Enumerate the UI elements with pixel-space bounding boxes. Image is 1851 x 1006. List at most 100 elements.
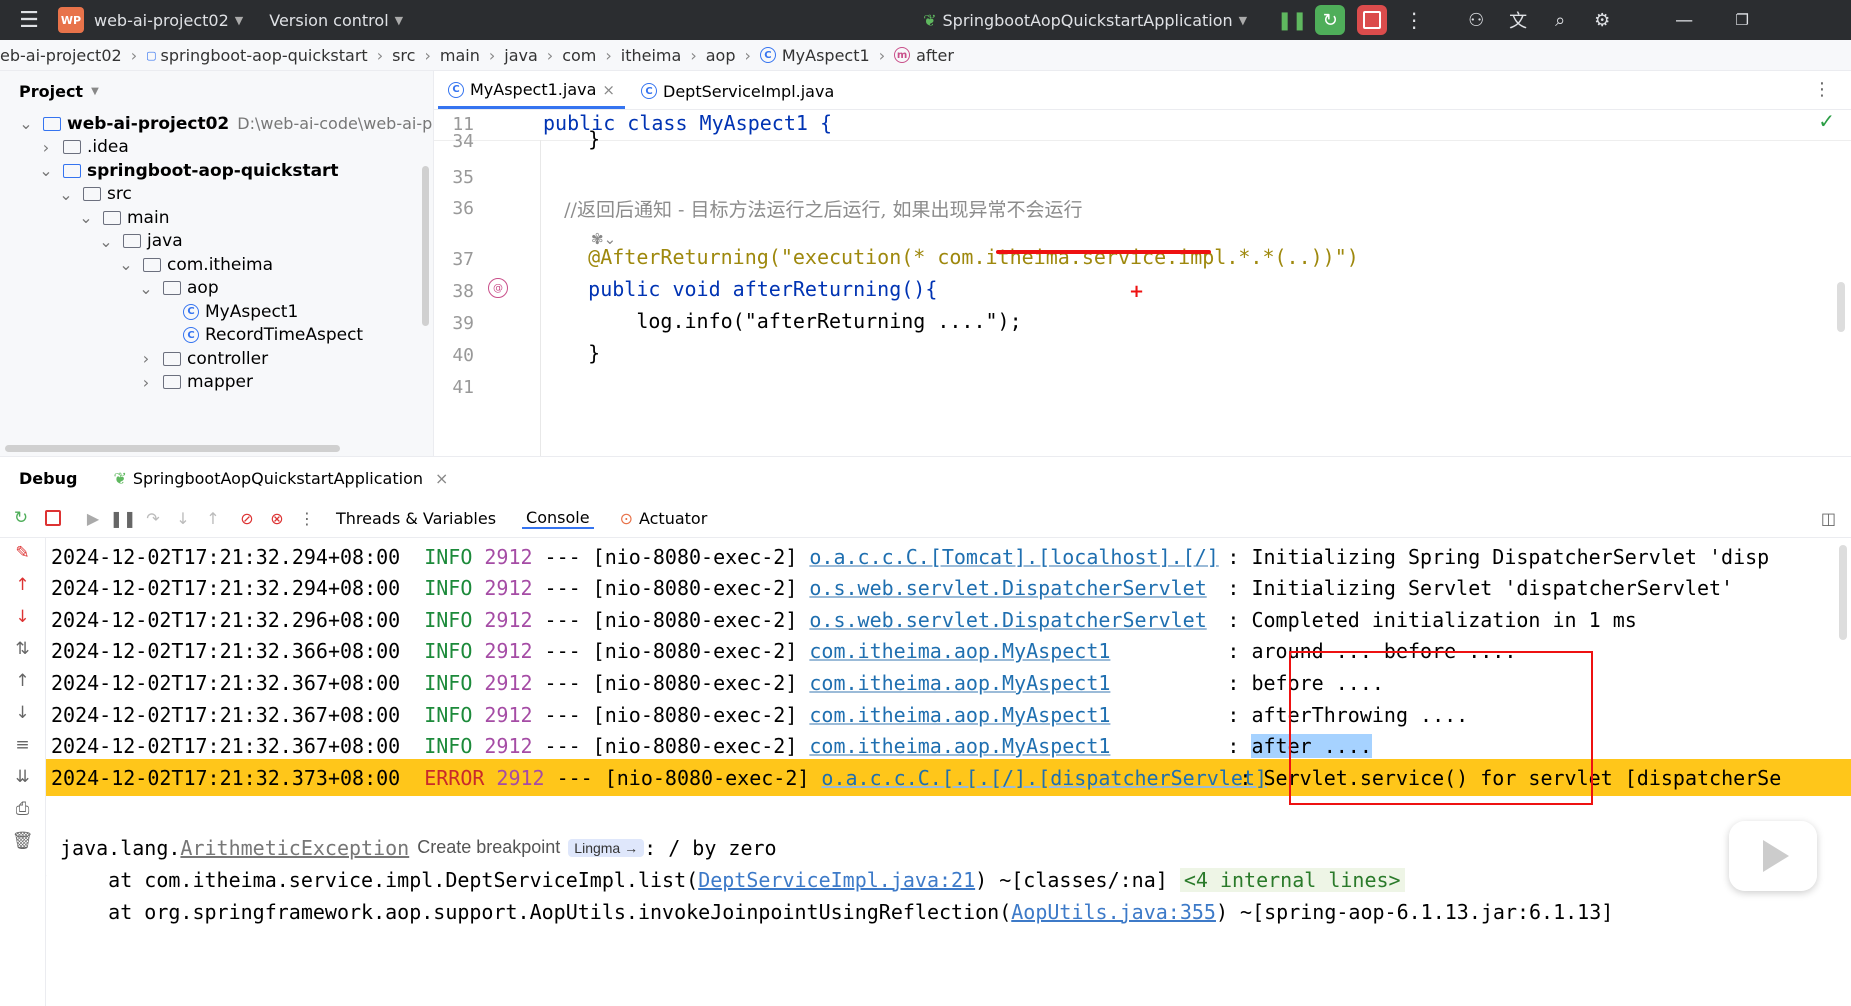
breadcrumb-item[interactable]: src [392,46,415,65]
folder-icon [83,187,101,201]
log-timestamp: 2024-12-02T17:21:32.367+08:00 [51,734,401,759]
tree-horizontal-scrollbar[interactable] [5,445,340,452]
version-control-menu[interactable]: Version control ▼ [269,11,403,30]
stack-source-link[interactable]: AopUtils.java:355 [1011,900,1216,924]
create-breakpoint-link[interactable]: Create breakpoint [417,837,560,858]
chevron-down-icon[interactable]: ⌄ [39,161,53,180]
chevron-down-icon[interactable]: ⌄ [79,208,93,227]
minimize-icon[interactable]: — [1659,10,1709,31]
log-message: : [1227,734,1252,759]
stack-prefix: at org.springframework.aop.support.AopUt… [60,899,1012,924]
scroll-down-icon[interactable]: ↓ [0,697,45,729]
stack-source-link[interactable]: DeptServiceImpl.java:21 [698,868,975,892]
resume-icon[interactable]: ❚❚ [1277,10,1307,31]
chevron-right-icon[interactable]: › [39,138,53,157]
log-logger-link[interactable]: com.itheima.aop.MyAspect1 [809,703,1209,727]
tree-item-label: web-ai-project02 [67,113,230,134]
log-separator: --- [556,765,593,790]
log-logger-link[interactable]: o.s.web.servlet.DispatcherServlet [809,576,1209,600]
chevron-down-icon[interactable]: ⌄ [119,255,133,274]
console-scrollbar[interactable] [1839,545,1847,640]
pause-icon[interactable]: ❚❚ [110,509,137,528]
aspect-gutter-icon[interactable]: @ [488,278,508,298]
hamburger-menu-icon[interactable]: ☰ [0,8,58,33]
chevron-right-icon[interactable]: › [139,349,153,368]
class-icon: C [759,47,776,63]
log-logger-link[interactable]: com.itheima.aop.MyAspect1 [809,734,1209,758]
breadcrumb-item[interactable]: itheima [621,46,682,65]
breadcrumb-item[interactable]: springboot-aop-quickstart [161,46,368,65]
breadcrumb-item[interactable]: aop [706,46,736,65]
project-switcher[interactable]: web-ai-project02 ▼ [94,11,243,30]
next-error-icon[interactable]: ↓ [0,601,45,633]
breadcrumb-item[interactable]: MyAspect1 [782,46,870,65]
view-breakpoints-icon[interactable]: ⊘ [236,509,258,528]
folder-icon [63,140,81,154]
step-over-icon[interactable]: ↷ [142,509,164,528]
project-panel-header[interactable]: Project ▼ [0,71,433,111]
chevron-down-icon[interactable]: ⌄ [59,185,73,204]
debug-session-tab[interactable]: ❦ SpringbootAopQuickstartApplication × [113,469,448,488]
tab-actuator[interactable]: Actuator [639,509,707,528]
tree-item-label: main [127,207,170,228]
tab-deptserviceimpl[interactable]: C DeptServiceImpl.java [631,73,844,109]
log-logger-link[interactable]: o.a.c.c.C.[Tomcat].[localhost].[/] [809,545,1218,569]
close-tab-icon[interactable]: × [602,81,615,99]
sort-icon[interactable]: ⇅ [0,633,45,665]
prev-error-icon[interactable]: ↑ [0,569,45,601]
tab-console[interactable]: Console [522,508,594,529]
chevron-down-icon[interactable]: ⌄ [19,114,33,133]
expand-chevron-icon[interactable]: › [46,868,48,884]
sticky-line: 11 public class MyAspect1 { [434,110,1851,141]
search-icon[interactable]: ⌕ [1543,10,1577,31]
more-vertical-icon[interactable]: ⋮ [296,509,318,528]
translate-icon[interactable]: 文 [1501,7,1535,33]
more-vertical-icon[interactable]: ⋮ [1399,8,1429,32]
stop-button[interactable] [1357,5,1388,35]
log-logger-link[interactable]: com.itheima.aop.MyAspect1 [809,671,1209,695]
chevron-down-icon: ▼ [234,13,244,27]
rerun-debug-button[interactable]: ↻ [1315,5,1346,35]
breadcrumb-item[interactable]: eb-ai-project02 [0,46,122,65]
log-logger-link[interactable]: o.a.c.c.C.[.[.[/].[dispatcherServlet] [821,766,1267,790]
internal-lines-fold[interactable]: <4 internal lines> [1179,867,1405,892]
step-into-icon[interactable]: ↓ [172,509,194,528]
exception-name-link[interactable]: ArithmeticException [180,836,409,860]
soft-wrap-icon[interactable]: ≡ [0,729,45,761]
settings-gear-icon[interactable]: ⚙ [1585,10,1619,31]
layout-icon[interactable]: ◫ [1821,509,1836,528]
run-config-selector[interactable]: ❦ SpringbootAopQuickstartApplication ▼ [923,11,1247,30]
project-panel: Project ▼ ⌄ web-ai-project02 D:\web-ai-cod… [0,71,434,456]
edit-icon[interactable]: ✎ [0,537,45,569]
chevron-down-icon[interactable]: ⌄ [139,279,153,298]
editor-scrollbar[interactable] [1837,282,1845,332]
chevron-right-icon[interactable]: › [139,373,153,392]
scroll-up-icon[interactable]: ↑ [0,665,45,697]
tree-item[interactable]: › mapper [139,369,253,396]
log-logger-link[interactable]: com.itheima.aop.MyAspect1 [809,639,1209,663]
tab-threads-variables[interactable]: Threads & Variables [336,509,496,528]
breadcrumb-item[interactable]: java [504,46,538,65]
rerun-icon[interactable]: ↻ [10,508,32,528]
breadcrumb-item[interactable]: main [440,46,480,65]
more-vertical-icon[interactable]: ⋮ [1813,79,1831,100]
stop-icon[interactable] [42,510,64,526]
mute-breakpoints-icon[interactable]: ⊗ [266,509,288,528]
breadcrumb-item[interactable]: com [562,46,596,65]
chevron-down-icon[interactable]: ⌄ [99,232,113,251]
code-area[interactable]: 11 public class MyAspect1 { 34 } 35 36 /… [434,109,1851,456]
step-out-icon[interactable]: ↑ [202,509,224,528]
restore-window-icon[interactable]: ❐ [1717,11,1767,29]
add-user-icon[interactable]: ⚇ [1459,10,1493,31]
resume-program-icon[interactable]: ▶ [82,509,104,528]
print-icon[interactable]: ⎙ [0,793,45,825]
tab-myaspect1[interactable]: C MyAspect1.java × [438,73,625,109]
tree-scrollbar[interactable] [422,166,429,326]
close-icon[interactable]: × [435,469,448,488]
clear-trash-icon[interactable]: 🗑 [0,825,45,857]
play-overlay-button[interactable] [1729,821,1817,891]
breadcrumb-item[interactable]: after [916,46,954,65]
log-logger-link[interactable]: o.s.web.servlet.DispatcherServlet [809,608,1209,632]
scroll-to-end-icon[interactable]: ⇊ [0,761,45,793]
lingma-button[interactable]: Lingma → [568,838,645,857]
